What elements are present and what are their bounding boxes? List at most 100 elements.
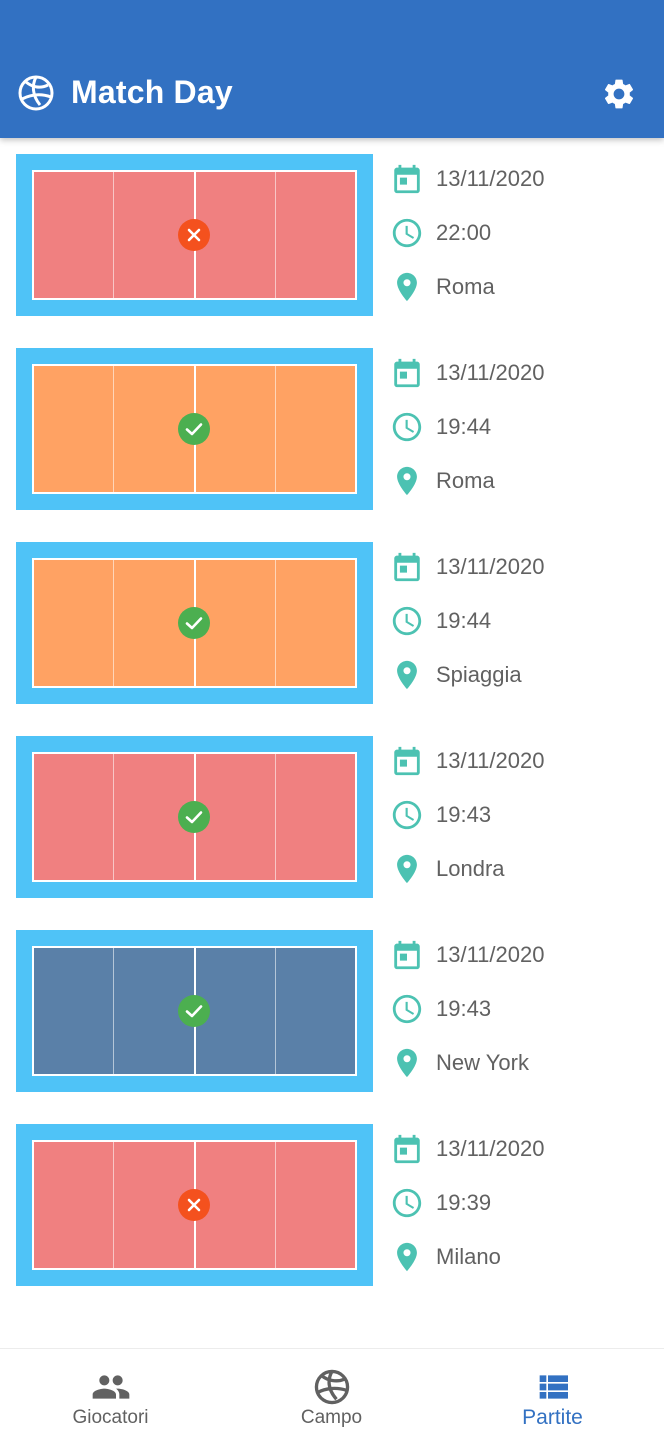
court-line [275, 560, 276, 686]
court-thumbnail[interactable] [16, 930, 373, 1092]
bottom-navigation: Giocatori Campo Partite [0, 1348, 664, 1441]
court-line [275, 172, 276, 298]
check-icon [177, 412, 211, 446]
court-line [275, 754, 276, 880]
date-text: 13/11/2020 [436, 748, 545, 773]
gear-icon[interactable] [601, 76, 637, 112]
place-text: Roma [436, 468, 495, 493]
match-time: 19:44 [390, 410, 650, 446]
date-text: 13/11/2020 [436, 1136, 545, 1161]
check-icon [177, 800, 211, 834]
match-row: 13/11/2020 22:00 Roma [0, 154, 664, 316]
match-time: 22:00 [390, 216, 650, 252]
time-text: 19:44 [436, 608, 492, 633]
clock-icon [390, 604, 424, 638]
match-date: 13/11/2020 [390, 938, 650, 974]
place-text: Londra [436, 856, 505, 881]
match-place: Spiaggia [390, 658, 650, 694]
volleyball-icon [314, 1369, 349, 1405]
match-date: 13/11/2020 [390, 550, 650, 586]
location-pin-icon [390, 1240, 424, 1274]
nav-label-giocatori: Giocatori [72, 1407, 149, 1428]
match-place: New York [390, 1046, 650, 1082]
court-line [113, 754, 114, 880]
time-text: 19:39 [436, 1190, 492, 1215]
place-text: Roma [436, 274, 495, 299]
date-text: 13/11/2020 [436, 166, 545, 191]
time-text: 19:43 [436, 802, 492, 827]
match-time: 19:43 [390, 992, 650, 1028]
court-line [113, 948, 114, 1074]
match-place: Roma [390, 270, 650, 306]
calendar-icon [390, 744, 424, 778]
match-date: 13/11/2020 [390, 744, 650, 780]
check-icon [177, 994, 211, 1028]
court-line [113, 172, 114, 298]
match-row: 13/11/2020 19:44 Roma [0, 348, 664, 510]
match-row: 13/11/2020 19:44 Spiaggia [0, 542, 664, 704]
nav-label-campo: Campo [300, 1407, 363, 1428]
match-row: 13/11/2020 19:43 Londra [0, 736, 664, 898]
court-thumbnail[interactable] [16, 348, 373, 510]
location-pin-icon [390, 852, 424, 886]
calendar-icon [390, 938, 424, 972]
match-info: 13/11/2020 19:44 Spiaggia [390, 542, 650, 704]
nav-item-partite[interactable]: Partite [442, 1349, 663, 1441]
volleyball-icon [18, 75, 54, 111]
match-info: 13/11/2020 22:00 Roma [390, 154, 650, 316]
calendar-icon [390, 162, 424, 196]
list-icon [539, 1375, 568, 1399]
match-time: 19:44 [390, 604, 650, 640]
match-info: 13/11/2020 19:44 Roma [390, 348, 650, 510]
app-bar: Match Day [0, 0, 664, 138]
time-text: 19:44 [436, 414, 492, 439]
match-place: Roma [390, 464, 650, 500]
location-pin-icon [390, 270, 424, 304]
check-icon [177, 606, 211, 640]
court-line [275, 948, 276, 1074]
court-line [275, 1142, 276, 1268]
court-line [113, 366, 114, 492]
time-text: 19:43 [436, 996, 492, 1021]
court-thumbnail[interactable] [16, 542, 373, 704]
match-info: 13/11/2020 19:39 Milano [390, 1124, 650, 1286]
calendar-icon [390, 550, 424, 584]
match-place: Londra [390, 852, 650, 888]
place-text: Spiaggia [436, 662, 522, 687]
place-text: Milano [436, 1244, 501, 1269]
calendar-icon [390, 1132, 424, 1166]
court-thumbnail[interactable] [16, 736, 373, 898]
date-text: 13/11/2020 [436, 554, 545, 579]
location-pin-icon [390, 464, 424, 498]
calendar-icon [390, 356, 424, 390]
match-date: 13/11/2020 [390, 162, 650, 198]
nav-item-giocatori[interactable]: Giocatori [0, 1349, 221, 1441]
close-icon [177, 218, 211, 252]
match-row: 13/11/2020 19:39 Milano [0, 1124, 664, 1286]
date-text: 13/11/2020 [436, 360, 545, 385]
court-line [275, 366, 276, 492]
clock-icon [390, 992, 424, 1026]
clock-icon [390, 798, 424, 832]
match-time: 19:43 [390, 798, 650, 834]
clock-icon [390, 410, 424, 444]
nav-label-partite: Partite [522, 1406, 583, 1429]
app-title: Match Day [71, 74, 233, 110]
clock-icon [390, 1186, 424, 1220]
date-text: 13/11/2020 [436, 942, 545, 967]
place-text: New York [436, 1050, 529, 1075]
court-thumbnail[interactable] [16, 154, 373, 316]
match-info: 13/11/2020 19:43 New York [390, 930, 650, 1092]
court-line [113, 560, 114, 686]
court-line [113, 1142, 114, 1268]
nav-item-campo[interactable]: Campo [221, 1349, 442, 1441]
time-text: 22:00 [436, 220, 492, 245]
court-thumbnail[interactable] [16, 1124, 373, 1286]
match-time: 19:39 [390, 1186, 650, 1222]
people-icon [92, 1375, 129, 1399]
match-date: 13/11/2020 [390, 356, 650, 392]
close-icon [177, 1188, 211, 1222]
clock-icon [390, 216, 424, 250]
match-info: 13/11/2020 19:43 Londra [390, 736, 650, 898]
match-date: 13/11/2020 [390, 1132, 650, 1168]
